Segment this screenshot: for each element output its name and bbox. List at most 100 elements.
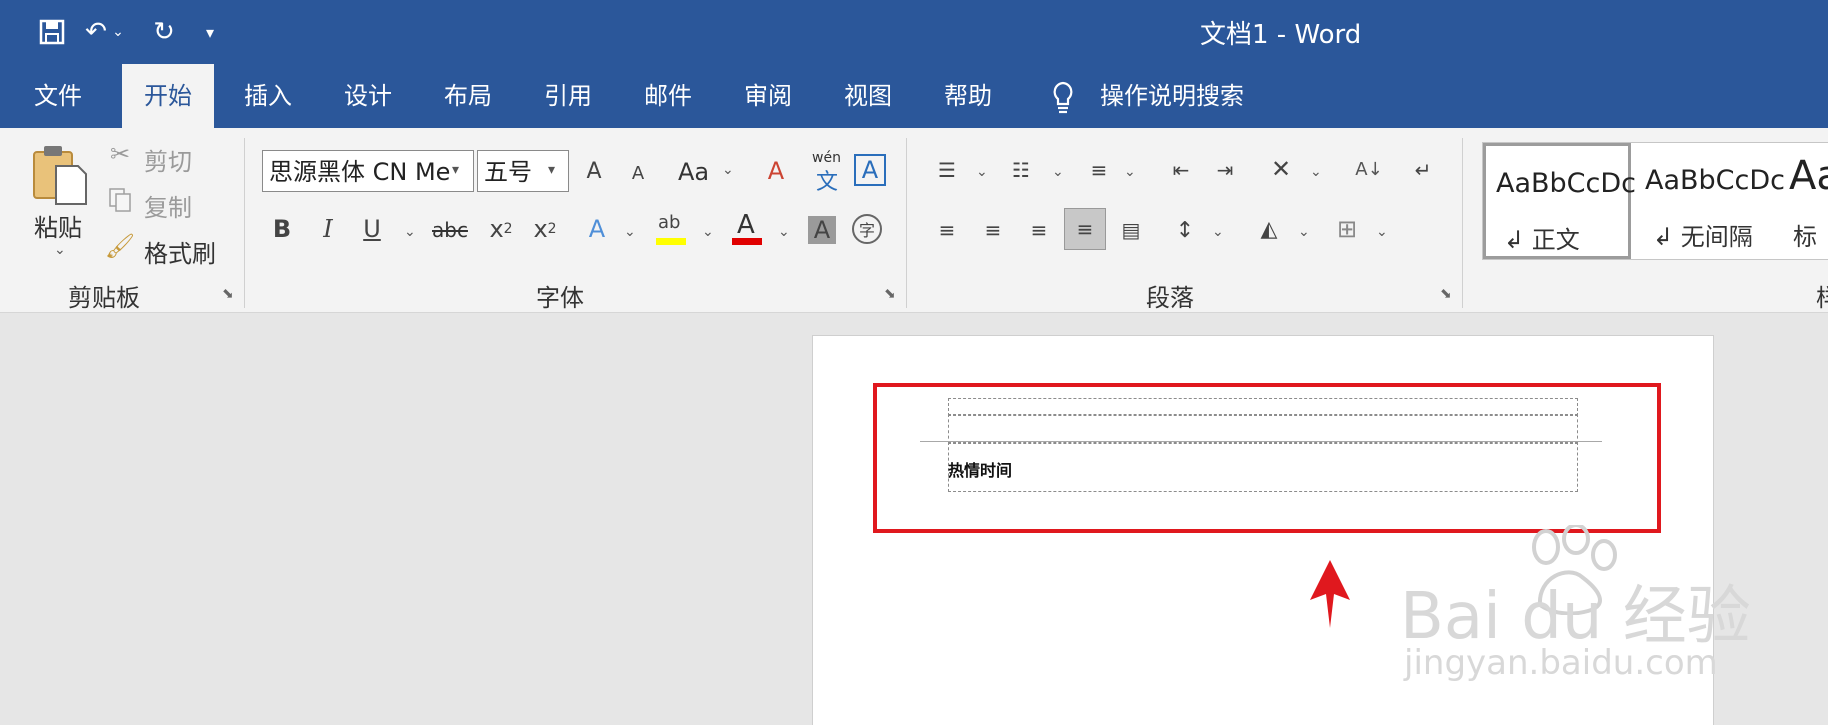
text-effects-icon[interactable]: A — [582, 212, 612, 246]
text-effects-dropdown-icon[interactable]: ⌄ — [624, 224, 636, 240]
shading-icon[interactable]: ◭ — [1252, 212, 1286, 246]
line-spacing-dropdown-icon[interactable]: ⌄ — [1212, 224, 1224, 240]
styles-gallery: AaBbCcDc ↲ 正文 AaBbCcDc ↲ 无间隔 Aa 标 — [1482, 142, 1828, 260]
align-center-icon[interactable]: ≡ — [976, 214, 1010, 246]
window-title: 文档1 - Word — [1200, 20, 1362, 50]
tell-me-search[interactable]: 操作说明搜索 — [1078, 64, 1266, 128]
font-name-value: 思源黑体 CN Me — [269, 158, 451, 186]
style-name: 标 — [1793, 223, 1817, 251]
undo-dropdown-icon[interactable]: ⌄ — [108, 12, 128, 52]
enclose-char: 字 — [858, 221, 875, 240]
paragraph-group-label: 段落 — [1146, 284, 1194, 312]
font-name-dropdown-icon[interactable]: ▾ — [452, 162, 459, 178]
italic-icon[interactable]: I — [314, 212, 342, 246]
style-no-spacing[interactable]: AaBbCcDc ↲ 无间隔 — [1635, 143, 1785, 259]
paste-dropdown-icon[interactable]: ⌄ — [54, 242, 66, 258]
font-size-value: 五号 — [484, 158, 532, 186]
tab-view[interactable]: 视图 — [822, 64, 914, 128]
font-color-icon[interactable]: A — [730, 210, 764, 248]
chinese-layout-dropdown-icon[interactable]: ⌄ — [1310, 164, 1322, 180]
highlight-dropdown-icon[interactable]: ⌄ — [702, 224, 714, 240]
multilevel-list-icon[interactable]: ≡ — [1082, 154, 1116, 186]
clipboard-launcher-icon[interactable]: ⬊ — [222, 286, 234, 302]
font-size-combo[interactable]: 五号 — [477, 150, 569, 192]
copy-icon[interactable] — [106, 186, 134, 214]
tab-insert[interactable]: 插入 — [222, 64, 314, 128]
format-painter-icon[interactable]: 🖌 — [105, 232, 135, 260]
bullets-dropdown-icon[interactable]: ⌄ — [976, 164, 988, 180]
numbering-icon[interactable]: ☷ — [1004, 154, 1038, 186]
borders-icon[interactable]: ⊞ — [1330, 212, 1364, 246]
ribbon-tabs: 文件 开始 插入 设计 布局 引用 邮件 审阅 视图 帮助 操作说明搜索 — [0, 64, 1828, 128]
tab-help[interactable]: 帮助 — [922, 64, 1014, 128]
tab-home[interactable]: 开始 — [122, 64, 214, 128]
grow-font-icon[interactable]: A — [580, 154, 608, 188]
highlight-color-icon[interactable]: ab — [654, 212, 688, 248]
show-marks-icon[interactable]: ↵ — [1406, 154, 1440, 186]
style-name: ↲ 正文 — [1504, 226, 1580, 254]
align-right-icon[interactable]: ≡ — [1022, 214, 1056, 246]
tab-file[interactable]: 文件 — [12, 64, 104, 128]
watermark-url: jingyan.baidu.com — [1404, 643, 1718, 683]
tab-references[interactable]: 引用 — [522, 64, 614, 128]
borders-dropdown-icon[interactable]: ⌄ — [1376, 224, 1388, 240]
paste-label[interactable]: 粘贴 — [34, 208, 82, 243]
clipboard-group-label: 剪贴板 — [68, 284, 140, 312]
align-left-icon[interactable]: ≡ — [930, 214, 964, 246]
enclose-characters-icon[interactable]: 字 — [852, 214, 882, 244]
paragraph-launcher-icon[interactable]: ⬊ — [1440, 286, 1452, 302]
superscript-icon[interactable]: x2 — [528, 212, 562, 246]
character-border-icon[interactable]: A — [854, 154, 886, 186]
format-painter-label[interactable]: 格式刷 — [144, 234, 216, 269]
shading-dropdown-icon[interactable]: ⌄ — [1298, 224, 1310, 240]
group-separator — [906, 138, 907, 308]
styles-group-label: 样 — [1816, 278, 1828, 313]
change-case-dropdown-icon[interactable]: ⌄ — [722, 162, 734, 178]
style-heading-1[interactable]: Aa 标 — [1779, 143, 1828, 259]
justify-icon[interactable]: ≡ — [1064, 208, 1106, 250]
font-group-label: 字体 — [536, 284, 584, 312]
line-spacing-icon[interactable]: ↕ — [1168, 214, 1202, 246]
tab-design[interactable]: 设计 — [322, 64, 414, 128]
tab-layout[interactable]: 布局 — [422, 64, 514, 128]
subscript-icon[interactable]: x2 — [484, 212, 518, 246]
style-sample: AaBbCcDc — [1496, 168, 1637, 199]
change-case-label[interactable]: Aa — [678, 158, 709, 186]
sort-icon[interactable]: A↓ — [1352, 150, 1386, 188]
phonetic-guide-icon[interactable]: wén 文 — [808, 150, 848, 195]
tab-review[interactable]: 审阅 — [722, 64, 814, 128]
redo-icon[interactable]: ↻ — [144, 12, 184, 52]
multilevel-list-dropdown-icon[interactable]: ⌄ — [1124, 164, 1136, 180]
chinese-layout-icon[interactable]: ✕ — [1264, 152, 1298, 186]
paste-icon[interactable] — [30, 142, 90, 208]
lightbulb-icon[interactable] — [1048, 80, 1078, 114]
character-shading-icon[interactable]: A — [808, 216, 836, 244]
clear-formatting-icon[interactable]: A — [760, 154, 792, 188]
group-separator — [1462, 138, 1463, 308]
bullets-icon[interactable]: ☰ — [930, 154, 964, 186]
tab-mailings[interactable]: 邮件 — [622, 64, 714, 128]
style-sample: AaBbCcDc — [1645, 165, 1786, 196]
cut-label[interactable]: 剪切 — [144, 142, 192, 177]
save-icon[interactable] — [32, 12, 72, 52]
increase-indent-icon[interactable]: ⇥ — [1208, 154, 1242, 186]
numbering-dropdown-icon[interactable]: ⌄ — [1052, 164, 1064, 180]
decrease-indent-icon[interactable]: ⇤ — [1164, 154, 1198, 186]
bold-icon[interactable]: B — [268, 212, 296, 246]
shrink-font-icon[interactable]: A — [626, 158, 650, 188]
customize-toolbar-icon[interactable]: ▾ — [196, 12, 224, 52]
strikethrough-label[interactable]: abc — [432, 218, 468, 242]
distributed-icon[interactable]: ▤ — [1114, 214, 1148, 246]
font-color-dropdown-icon[interactable]: ⌄ — [778, 224, 790, 240]
font-name-combo[interactable]: 思源黑体 CN Me — [262, 150, 474, 192]
font-launcher-icon[interactable]: ⬊ — [884, 286, 896, 302]
style-normal[interactable]: AaBbCcDc ↲ 正文 — [1483, 143, 1636, 259]
underline-dropdown-icon[interactable]: ⌄ — [404, 224, 416, 240]
font-size-dropdown-icon[interactable]: ▾ — [548, 162, 555, 178]
copy-label[interactable]: 复制 — [144, 188, 192, 223]
underline-icon[interactable]: U — [358, 212, 386, 246]
cut-icon[interactable]: ✂ — [106, 140, 134, 168]
phonetic-guide-char: 文 — [816, 170, 839, 195]
style-sample: Aa — [1789, 153, 1828, 199]
annotation-highlight-box — [873, 383, 1661, 533]
